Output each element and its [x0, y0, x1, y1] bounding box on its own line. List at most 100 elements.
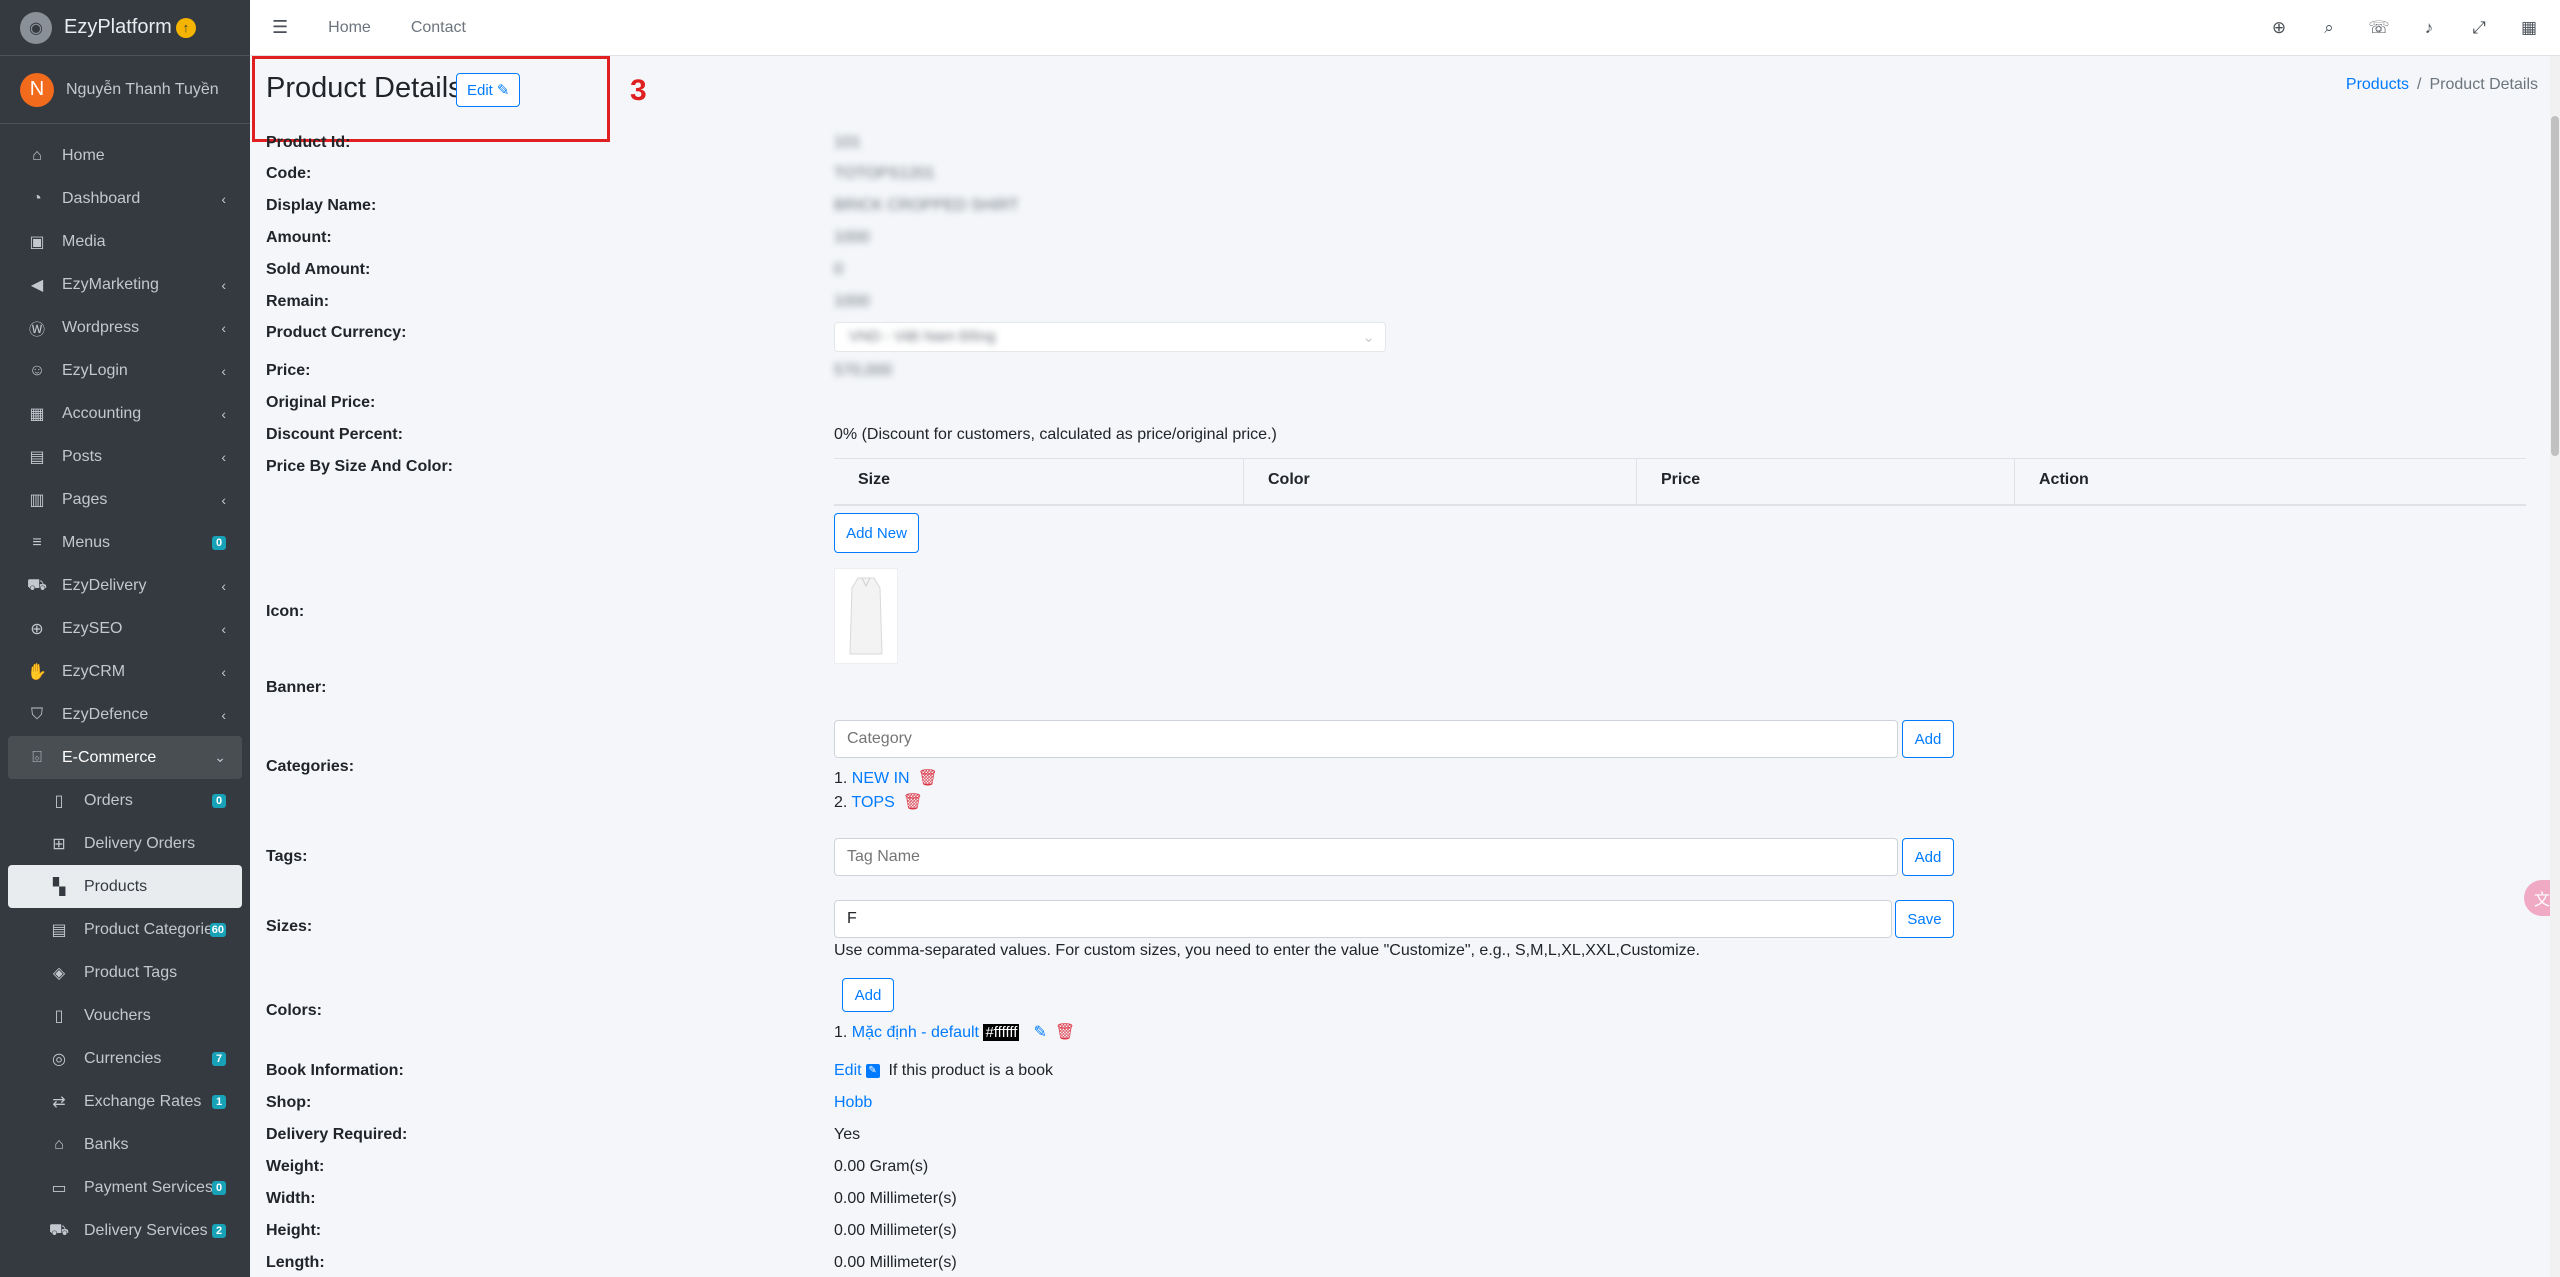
trash-icon[interactable]: 🗑: [918, 770, 938, 787]
sidebar-item-products[interactable]: ▚ Products: [8, 865, 242, 908]
sidebar-item-currencies[interactable]: ◎ Currencies 7: [8, 1037, 242, 1080]
sidebar-item-label: Menus: [62, 533, 111, 551]
home-icon: ⌂: [32, 146, 42, 164]
sidebar-item-label: Accounting: [62, 404, 142, 422]
sidebar-item-ezydelivery[interactable]: ⛟ EzyDelivery ‹: [8, 564, 242, 607]
scrollbar-thumb[interactable]: [2551, 116, 2559, 456]
sidebar-item-home[interactable]: ⌂ Home: [8, 134, 242, 177]
sidebar-item-vouchers[interactable]: ▯ Vouchers: [8, 994, 242, 1037]
globe-icon[interactable]: ⊕: [2268, 18, 2290, 38]
weight-label: Weight:: [266, 1158, 325, 1175]
book-info-note: If this product is a book: [888, 1062, 1053, 1079]
chevron-left-icon: ‹: [221, 405, 226, 422]
bell-icon[interactable]: ♪: [2418, 18, 2440, 38]
edit-square-icon[interactable]: ✎: [865, 1063, 880, 1078]
add-color-button[interactable]: Add: [842, 978, 894, 1012]
chevron-left-icon: ‹: [221, 491, 226, 508]
product-icon-image[interactable]: [834, 568, 898, 664]
sidebar-item-label: Delivery Orders: [84, 834, 196, 852]
sidebar-item-label: Delivery Services: [84, 1221, 208, 1239]
sold-amount-label: Sold Amount:: [266, 261, 371, 278]
sidebar-item-ezylogin[interactable]: ☺ EzyLogin ‹: [8, 349, 242, 392]
trash-icon[interactable]: 🗑: [1055, 1024, 1075, 1041]
sidebar-item-banks[interactable]: ⌂ Banks: [8, 1123, 242, 1166]
sidebar-item-orders[interactable]: ▯ Orders 0: [8, 779, 242, 822]
ecommerce-submenu: ▯ Orders 0 ⊞ Delivery Orders ▚ Products ▤ Pro…: [8, 779, 242, 1252]
sidebar-item-product-tags[interactable]: ◈ Product Tags: [8, 951, 242, 994]
shop-link[interactable]: Hobb: [834, 1094, 872, 1112]
trash-icon[interactable]: 🗑: [903, 794, 923, 811]
sidebar-item-label: Product Categories: [84, 920, 221, 938]
chevron-left-icon: ‹: [221, 577, 226, 594]
breadcrumb-current: Product Details: [2429, 76, 2539, 93]
sidebar-item-ezyseo[interactable]: ⊕ EzySEO ‹: [8, 607, 242, 650]
height-value: 0.00 Millimeter(s): [834, 1222, 957, 1239]
credit-card-icon: ▭: [51, 1179, 67, 1197]
avatar: N: [20, 72, 54, 107]
nav-contact-link[interactable]: Contact: [411, 19, 466, 37]
sidebar-item-product-categories[interactable]: ▤ Product Categories 60: [8, 908, 242, 951]
category-link-new-in[interactable]: NEW IN: [852, 770, 910, 787]
column-header-action: Action: [2039, 471, 2089, 488]
sizes-input[interactable]: [834, 900, 1892, 938]
sidebar-item-ezymarketing[interactable]: ◀ EzyMarketing ‹: [8, 263, 242, 306]
color-link-default[interactable]: Mặc định - default: [852, 1024, 979, 1041]
sidebar-item-label: Orders: [84, 791, 133, 809]
book-info-label: Book Information:: [266, 1062, 404, 1079]
delivery-required-label: Delivery Required:: [266, 1126, 408, 1143]
amount-label: Amount:: [266, 229, 332, 246]
currency-select[interactable]: VND - Việt Nam Đồng ⌄: [834, 322, 1386, 352]
sidebar-item-pages[interactable]: ▥ Pages ‹: [8, 478, 242, 521]
brand-name: EzyPlatform: [64, 16, 172, 38]
sidebar-item-payment-services[interactable]: ▭ Payment Services 0: [8, 1166, 242, 1209]
sidebar-item-dashboard[interactable]: ◔ Dashboard ‹: [8, 177, 242, 220]
display-name-value: BRICK CROPPED SHIRT: [834, 197, 1019, 214]
tag-name-input[interactable]: [834, 838, 1898, 876]
sidebar-item-media[interactable]: ▣ Media: [8, 220, 242, 263]
tags-icon: ◈: [52, 964, 66, 982]
sidebar-item-menus[interactable]: ≡ Menus 0: [8, 521, 242, 564]
brand-link[interactable]: ◉ EzyPlatform ↑: [0, 0, 250, 56]
hamburger-menu-icon[interactable]: ☰: [272, 17, 288, 38]
brand-logo-icon: ◉: [20, 11, 52, 44]
handshake-icon: ✋: [27, 663, 47, 681]
edit-icon[interactable]: ✎: [1033, 1024, 1046, 1041]
grid-icon[interactable]: ▦: [2518, 18, 2540, 38]
length-label: Length:: [266, 1254, 325, 1271]
sidebar-nav: ⌂ Home ◔ Dashboard ‹ ▣ Media ◀ EzyMarketing ‹ …: [0, 124, 250, 1252]
discount-percent-value: 0% (Discount for customers, calculated a…: [834, 426, 1277, 443]
add-tag-button[interactable]: Add: [1902, 838, 1954, 876]
user-lock-icon: ☺: [28, 361, 46, 379]
user-panel[interactable]: N Nguyễn Thanh Tuyền: [0, 56, 250, 124]
edit-product-button[interactable]: Edit ✎: [456, 73, 521, 107]
add-new-price-button[interactable]: Add New: [834, 513, 919, 553]
comments-icon[interactable]: ☏: [2368, 18, 2390, 38]
category-link-tops[interactable]: TOPS: [852, 794, 895, 811]
count-badge: 1: [212, 1094, 226, 1109]
wordpress-icon: Ⓦ: [28, 321, 45, 339]
sidebar-item-ecommerce[interactable]: ⌺ E-Commerce ⌄: [8, 736, 242, 779]
search-icon[interactable]: ⌕: [2318, 18, 2340, 38]
book-info-edit-link[interactable]: Edit: [834, 1062, 862, 1079]
sidebar-item-wordpress[interactable]: Ⓦ Wordpress ‹: [8, 306, 242, 349]
sidebar-item-ezycrm[interactable]: ✋ EzyCRM ‹: [8, 650, 242, 693]
sidebar-item-label: Exchange Rates: [84, 1092, 202, 1110]
nav-home-link[interactable]: Home: [328, 19, 371, 37]
sidebar-item-delivery-orders[interactable]: ⊞ Delivery Orders: [8, 822, 242, 865]
breadcrumb-products-link[interactable]: Products: [2346, 76, 2409, 93]
product-currency-label: Product Currency:: [266, 324, 407, 341]
page-scrollbar[interactable]: [2550, 56, 2560, 1277]
clipboard-list-icon: ▤: [51, 921, 67, 939]
add-category-button[interactable]: Add: [1902, 720, 1954, 758]
code-value: TOTOPS1201: [834, 165, 935, 182]
save-sizes-button[interactable]: Save: [1895, 900, 1954, 938]
sidebar-item-accounting[interactable]: ▦ Accounting ‹: [8, 392, 242, 435]
sidebar-item-exchange-rates[interactable]: ⇄ Exchange Rates 1: [8, 1080, 242, 1123]
column-header-price: Price: [1637, 459, 2015, 504]
expand-icon[interactable]: ⤢: [2468, 18, 2490, 38]
category-input[interactable]: [834, 720, 1898, 758]
sidebar-item-delivery-services[interactable]: ⛟ Delivery Services 2: [8, 1209, 242, 1252]
column-header-color: Color: [1244, 459, 1637, 504]
sidebar-item-posts[interactable]: ▤ Posts ‹: [8, 435, 242, 478]
sidebar-item-ezydefence[interactable]: ⛉ EzyDefence ‹: [8, 693, 242, 736]
